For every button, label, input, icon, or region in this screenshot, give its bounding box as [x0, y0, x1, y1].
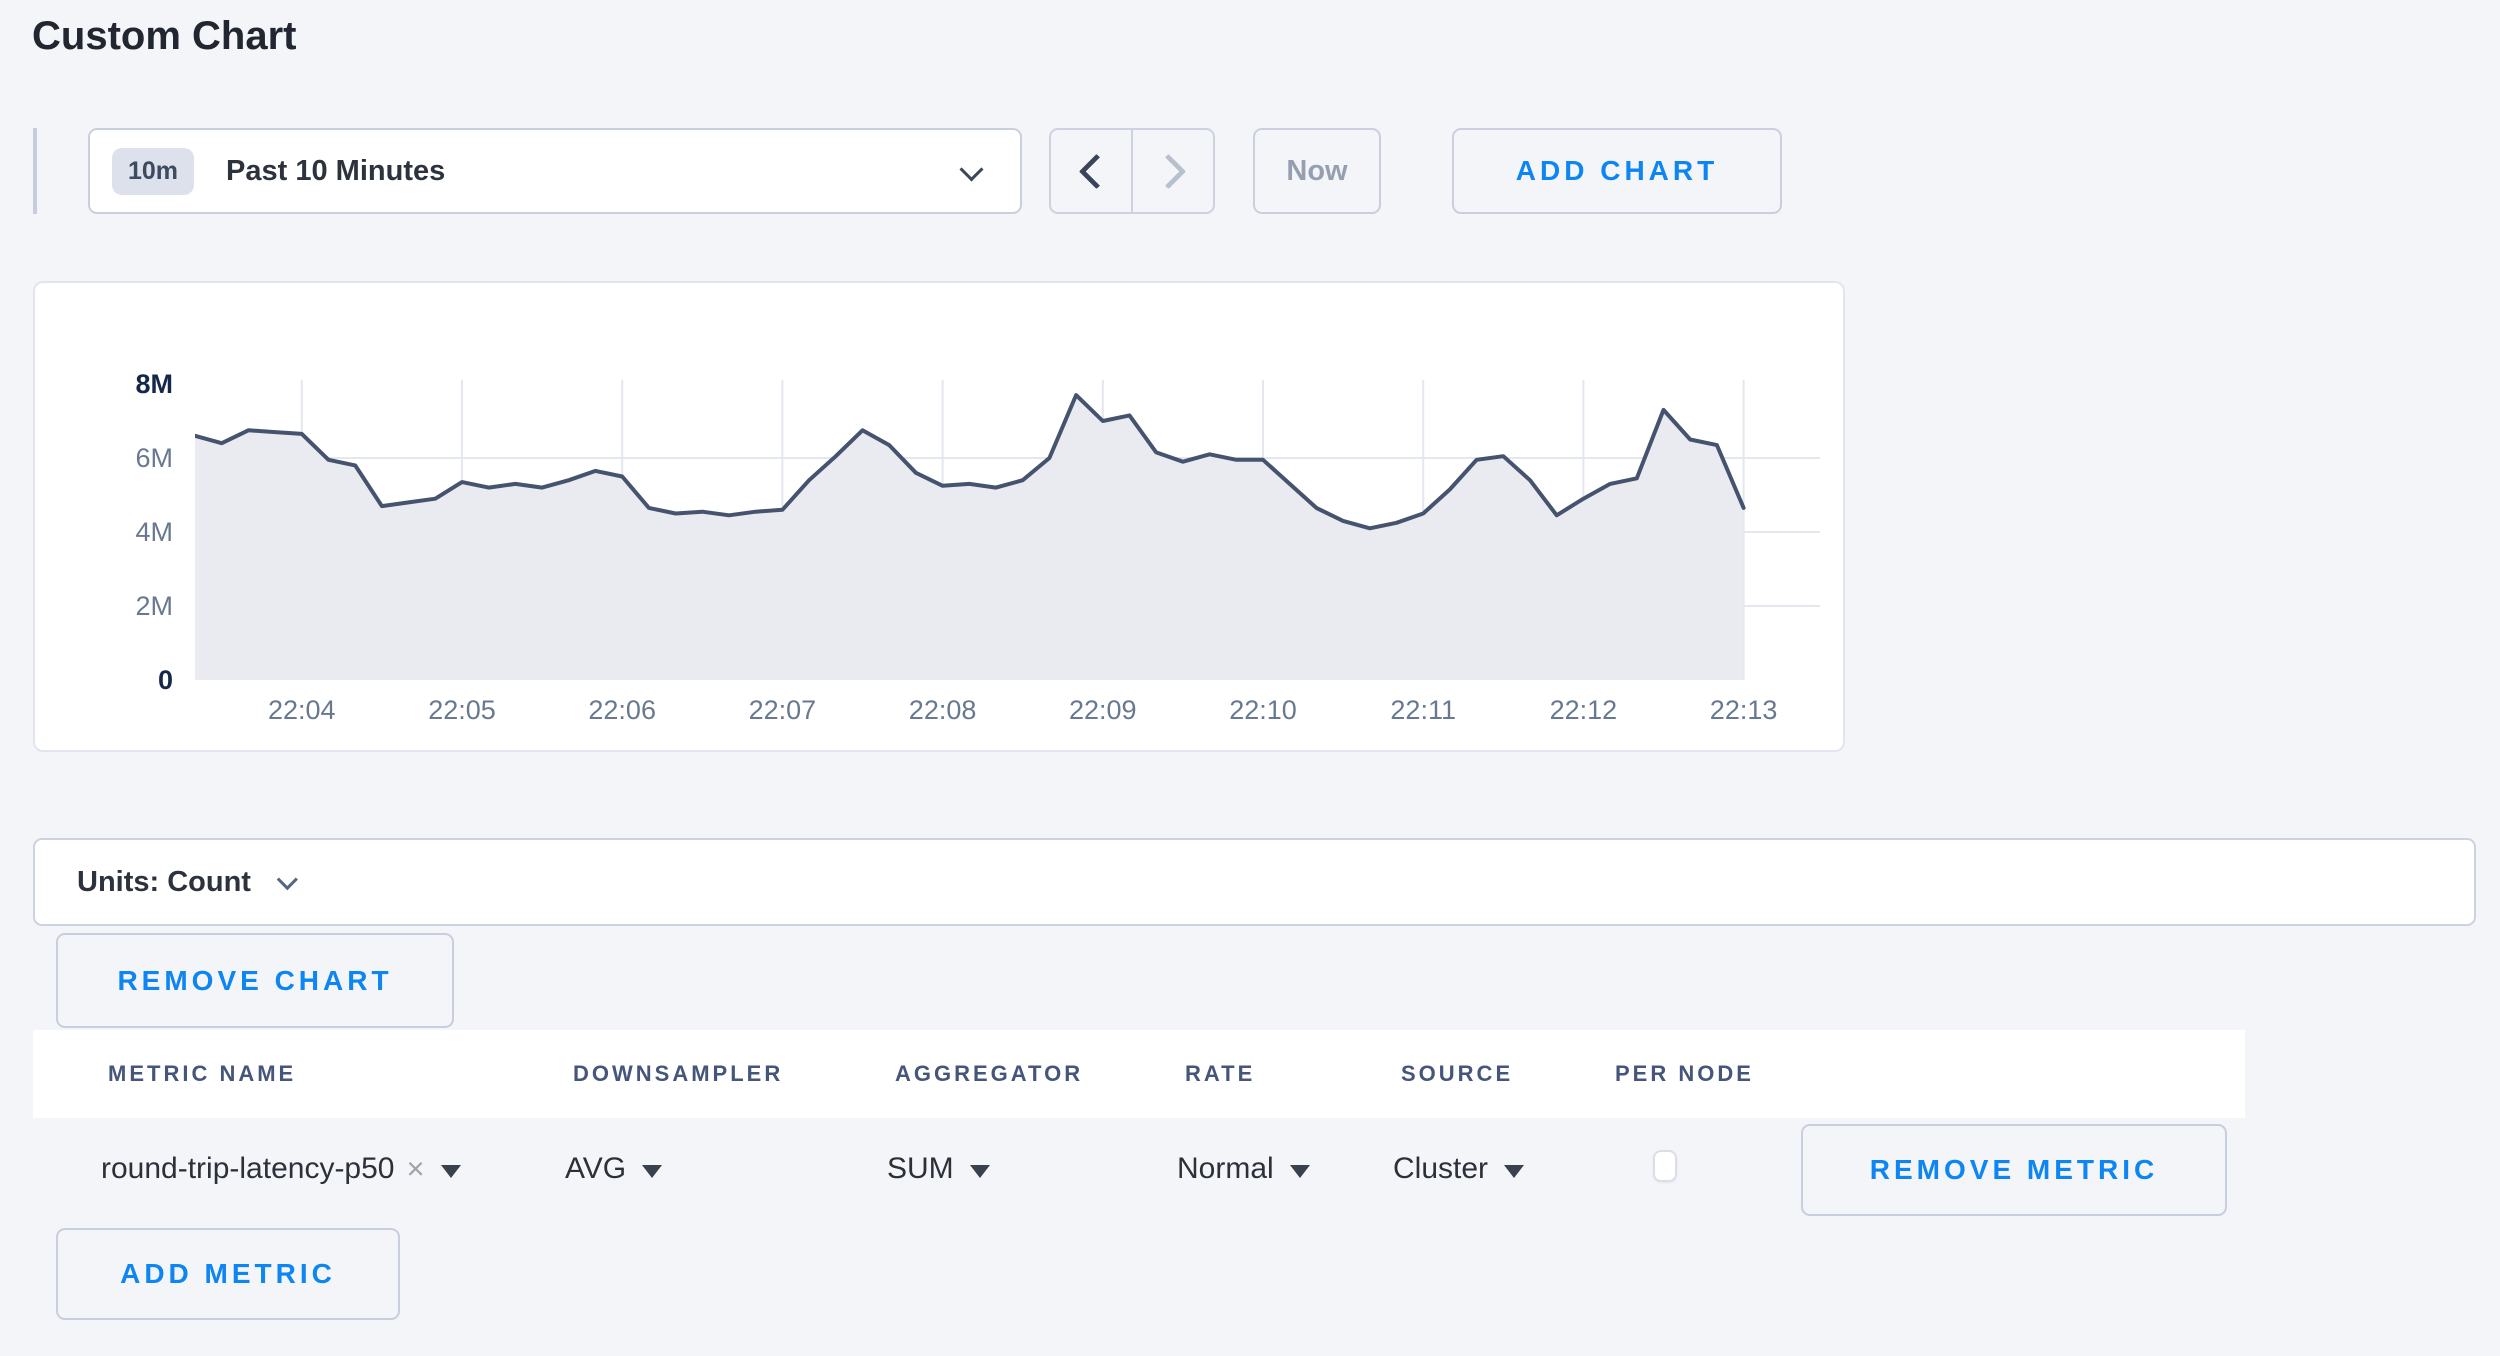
dropdown-arrow-icon [970, 1165, 990, 1178]
metric-name-select[interactable]: round-trip-latency-p50 × [101, 1118, 461, 1220]
column-source: SOURCE [1401, 1030, 1513, 1118]
chevron-right-icon [1150, 153, 1185, 188]
time-pager-group [1049, 128, 1215, 214]
timescale-dropdown[interactable]: 10m Past 10 Minutes [88, 128, 1022, 214]
x-tick-label: 22:07 [717, 694, 847, 726]
add-metric-button[interactable]: ADD METRIC [56, 1228, 400, 1320]
y-tick-label: 8M [63, 368, 173, 400]
x-tick-label: 22:04 [237, 694, 367, 726]
timeseries-area-chart [195, 372, 1835, 680]
remove-metric-button[interactable]: REMOVE METRIC [1801, 1124, 2227, 1216]
chevron-down-icon [959, 157, 983, 181]
dropdown-arrow-icon [642, 1165, 662, 1178]
x-tick-label: 22:06 [557, 694, 687, 726]
dropdown-arrow-icon [1504, 1165, 1524, 1178]
page-title: Custom Chart [32, 14, 296, 59]
source-value: Cluster [1393, 1152, 1488, 1186]
x-tick-label: 22:12 [1518, 694, 1648, 726]
metrics-table-header: METRIC NAME DOWNSAMPLER AGGREGATOR RATE … [33, 1030, 2245, 1118]
per-node-checkbox[interactable] [1653, 1150, 1677, 1182]
timescale-badge: 10m [112, 148, 194, 195]
time-back-button[interactable] [1049, 128, 1132, 214]
column-downsampler: DOWNSAMPLER [573, 1030, 783, 1118]
x-tick-label: 22:10 [1198, 694, 1328, 726]
units-dropdown[interactable]: Units: Count [33, 838, 2476, 926]
metric-row: round-trip-latency-p50 × AVG SUM Normal … [33, 1118, 2245, 1220]
x-tick-label: 22:09 [1038, 694, 1168, 726]
units-label: Units: Count [77, 866, 251, 899]
y-tick-label: 6M [63, 442, 173, 474]
x-tick-label: 22:13 [1679, 694, 1809, 726]
column-per-node: PER NODE [1615, 1030, 1754, 1118]
column-aggregator: AGGREGATOR [895, 1030, 1083, 1118]
y-tick-label: 0 [63, 664, 173, 696]
dropdown-arrow-icon [1290, 1165, 1310, 1178]
downsampler-value: AVG [565, 1152, 626, 1186]
chart-card: 0 2M 4M 6M 8M 22:04 22:05 22:06 22:07 22:08 22:09… [33, 281, 1845, 752]
chevron-left-icon [1078, 153, 1113, 188]
chevron-down-icon [277, 869, 298, 890]
add-chart-button[interactable]: ADD CHART [1452, 128, 1782, 214]
aggregator-select[interactable]: SUM [887, 1118, 990, 1220]
remove-chart-button[interactable]: REMOVE CHART [56, 933, 454, 1028]
aggregator-value: SUM [887, 1152, 954, 1186]
now-button[interactable]: Now [1253, 128, 1381, 214]
rate-value: Normal [1177, 1152, 1274, 1186]
x-tick-label: 22:05 [397, 694, 527, 726]
dropdown-arrow-icon [441, 1165, 461, 1178]
rate-select[interactable]: Normal [1177, 1118, 1310, 1220]
column-rate: RATE [1185, 1030, 1255, 1118]
y-tick-label: 2M [63, 590, 173, 622]
x-tick-label: 22:08 [878, 694, 1008, 726]
metric-name-value: round-trip-latency-p50 [101, 1152, 394, 1186]
downsampler-select[interactable]: AVG [565, 1118, 662, 1220]
column-metric-name: METRIC NAME [108, 1030, 296, 1118]
source-select[interactable]: Cluster [1393, 1118, 1524, 1220]
clear-metric-icon[interactable]: × [406, 1151, 424, 1187]
y-tick-label: 4M [63, 516, 173, 548]
timescale-label: Past 10 Minutes [226, 155, 445, 188]
toolbar-divider [33, 128, 37, 214]
x-tick-label: 22:11 [1358, 694, 1488, 726]
time-forward-button[interactable] [1132, 128, 1215, 214]
